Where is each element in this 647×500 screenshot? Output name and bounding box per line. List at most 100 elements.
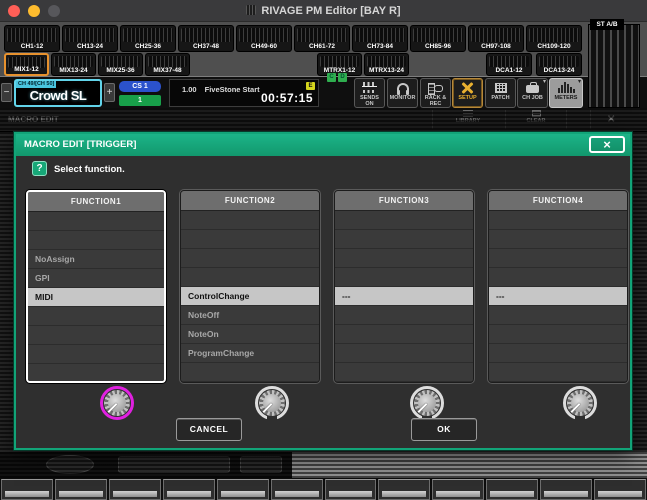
library-button[interactable]: LIBRARY [446,110,490,130]
list-item[interactable] [28,212,164,231]
fader-strip[interactable] [109,479,161,500]
dropdown-icon: ▾ [578,79,581,85]
list-item-controlchange-selected[interactable]: ControlChange [181,287,319,306]
bank-tab-ch97-108[interactable]: CH97-108 [468,25,524,52]
fader-strip[interactable] [540,479,592,500]
mini-meter [529,28,579,42]
function3-knob[interactable] [410,386,444,420]
help-icon[interactable]: ? [32,161,47,176]
list-item[interactable] [28,307,164,326]
list-item[interactable] [489,344,627,363]
cue-indicator-badges: C D [327,73,347,82]
list-item[interactable] [181,230,319,249]
bank-tab-mtrx13-24[interactable]: MTRX13-24 [364,53,409,76]
list-item[interactable] [181,363,319,382]
dialog-close-button[interactable]: × [589,136,625,153]
scene-number: 1.00 [182,85,197,94]
tab-label: MIX1-12 [6,66,47,73]
bank-tab-ch13-24[interactable]: CH13-24 [62,25,118,52]
bank-tab-ch49-60[interactable]: CH49-60 [236,25,292,52]
fader-strip[interactable] [163,479,215,500]
list-item[interactable] [28,364,164,383]
list-item[interactable] [335,344,473,363]
list-item[interactable] [489,363,627,382]
function2-knob[interactable] [255,386,289,420]
fader-strip[interactable] [1,479,53,500]
list-item[interactable] [489,211,627,230]
patch-button[interactable]: PATCH [485,78,516,108]
list-item-midi-selected[interactable]: MIDI [28,288,164,307]
list-item[interactable] [489,268,627,287]
list-item-none-selected[interactable]: --- [489,287,627,306]
list-item[interactable] [28,326,164,345]
channel-decrement-button[interactable]: − [1,83,12,102]
bank-tab-ch73-84[interactable]: CH73-84 [352,25,408,52]
bank-tab-mix25-36[interactable]: MIX25-36 [98,53,143,76]
fader-strip[interactable] [55,479,107,500]
bank-tab-ch37-48[interactable]: CH37-48 [178,25,234,52]
list-item[interactable] [335,306,473,325]
list-item[interactable] [335,211,473,230]
list-item[interactable] [181,249,319,268]
scene-panel[interactable]: 1.00FiveStone Start E 00:57:15 [169,79,319,107]
function4-knob[interactable] [563,386,597,420]
rack-and-rec-button[interactable]: RACK & REC [420,78,451,108]
list-item-none-selected[interactable]: --- [335,287,473,306]
button-label: CH JOB [518,95,547,101]
tab-label: CH1-12 [5,43,59,50]
bank-tab-ch61-72[interactable]: CH61-72 [294,25,350,52]
bank-tab-ch25-36[interactable]: CH25-36 [120,25,176,52]
tab-label: MTRX13-24 [365,67,408,74]
bank-tab-mix13-24[interactable]: MIX13-24 [51,53,96,76]
bank-tab-mix1-12-selected[interactable]: MIX1-12 [4,53,49,76]
setup-button[interactable]: SETUP [452,78,483,108]
bank-tab-ch85-96[interactable]: CH85-96 [410,25,466,52]
divider [590,110,591,129]
fader-strip[interactable] [217,479,269,500]
list-item-noassign[interactable]: NoAssign [28,250,164,269]
list-item[interactable] [335,325,473,344]
mini-meter [367,56,406,67]
ch-job-button[interactable]: ▾ CH JOB [517,78,548,108]
list-item[interactable] [335,363,473,382]
bank-tab-mix37-48[interactable]: MIX37-48 [145,53,190,76]
list-item[interactable] [181,268,319,287]
list-item[interactable] [181,211,319,230]
list-item[interactable] [489,230,627,249]
cancel-button[interactable]: CANCEL [176,418,242,441]
meters-button[interactable]: ▾ METERS [549,78,583,108]
bank-tab-ch1-12[interactable]: CH1-12 [4,25,60,52]
list-item-noteon[interactable]: NoteOn [181,325,319,344]
clear-button[interactable]: CLEAR [514,110,558,130]
divider [505,110,506,129]
monitor-button[interactable]: MONITOR [387,78,418,108]
function1-list: FUNCTION1 NoAssign GPI MIDI [26,190,166,383]
list-item[interactable] [489,306,627,325]
list-item[interactable] [335,268,473,287]
bank-tab-dca13-24[interactable]: DCA13-24 [536,53,582,76]
list-item-gpi[interactable]: GPI [28,269,164,288]
list-item[interactable] [28,345,164,364]
fader-strip[interactable] [432,479,484,500]
bank-tab-dca1-12[interactable]: DCA1-12 [486,53,532,76]
list-item-noteoff[interactable]: NoteOff [181,306,319,325]
close-icon[interactable]: × [607,111,615,126]
main-toolbar: − CH 49/[CH 50] Crowd SL + CS 1 1 1.00Fi… [0,76,647,108]
ok-button[interactable]: OK [411,418,477,441]
fader-strip[interactable] [325,479,377,500]
fader-strip[interactable] [486,479,538,500]
list-item[interactable] [335,230,473,249]
sends-on-fader-button[interactable]: SENDS ON FADER [354,78,385,108]
function1-knob[interactable] [100,386,134,420]
list-item[interactable] [489,249,627,268]
list-item[interactable] [489,325,627,344]
bank-tab-ch109-120[interactable]: CH109-120 [526,25,582,52]
list-item[interactable] [28,231,164,250]
fader-strip[interactable] [594,479,646,500]
fader-strip[interactable] [271,479,323,500]
selected-channel-display[interactable]: CH 49/[CH 50] Crowd SL [14,79,102,107]
list-item[interactable] [335,249,473,268]
list-item-programchange[interactable]: ProgramChange [181,344,319,363]
channel-increment-button[interactable]: + [104,83,115,102]
fader-strip[interactable] [378,479,430,500]
